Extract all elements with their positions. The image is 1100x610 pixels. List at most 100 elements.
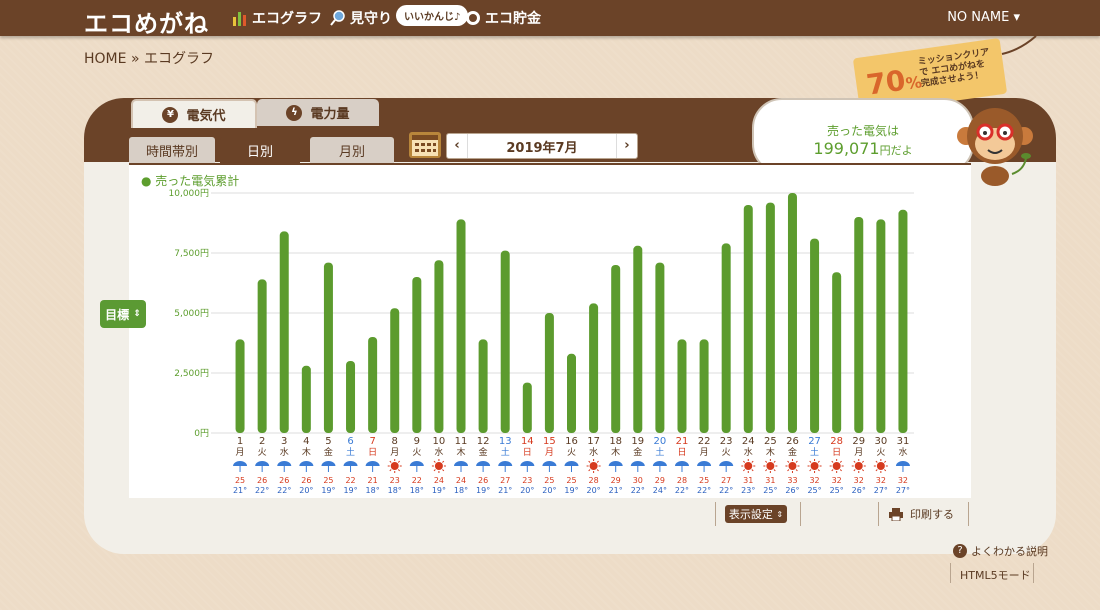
weekday-label: 土	[346, 446, 355, 458]
tab-electric-power-label: 電力量	[310, 107, 350, 122]
weekday-label: 金	[788, 446, 797, 458]
high-temp-label: 22	[345, 476, 355, 485]
chart-bar	[898, 209, 908, 433]
updown-icon: ⇕	[133, 309, 141, 319]
html5-mode-link[interactable]: HTML5モード	[960, 567, 1031, 583]
x-tick-label: 3	[281, 436, 287, 447]
chart-bar	[699, 339, 709, 433]
nav-eco-graph[interactable]: エコグラフ	[232, 8, 322, 28]
chart-bar	[434, 260, 444, 433]
sun-icon	[854, 462, 863, 470]
app-logo[interactable]: エコめがね	[84, 4, 209, 39]
chart-bar	[279, 231, 289, 433]
nav-eco-saving-label: エコ貯金	[485, 11, 541, 27]
chart-bar	[301, 365, 311, 433]
divider	[1033, 563, 1034, 583]
umbrella-icon	[498, 461, 513, 466]
breadcrumb-home[interactable]: HOME	[84, 51, 126, 67]
x-tick-label: 29	[852, 436, 865, 447]
next-month-button[interactable]: ›	[615, 134, 637, 158]
sold-amount: 199,071	[813, 139, 880, 158]
x-tick-label: 31	[897, 436, 910, 447]
month-label: 2019年7月	[506, 140, 578, 156]
high-temp-label: 26	[478, 476, 488, 485]
sun-ray	[839, 469, 842, 472]
chart-bar	[478, 339, 488, 433]
weekday-label: 木	[457, 446, 466, 458]
high-temp-label: 30	[633, 476, 643, 485]
divider	[968, 502, 969, 526]
low-temp-label: 18°	[454, 486, 468, 495]
sun-ray	[831, 460, 834, 463]
sun-ray	[751, 469, 754, 472]
bar-chart-icon	[233, 12, 246, 26]
chart-bar	[456, 219, 466, 433]
high-temp-label: 32	[854, 476, 864, 485]
tag-string-icon	[1001, 36, 1037, 55]
y-tick-label: 7,500円	[174, 248, 209, 259]
high-temp-label: 25	[544, 476, 554, 485]
tab-electric-power[interactable]: ϟ 電力量	[257, 99, 379, 126]
sun-ray	[742, 469, 746, 472]
sun-ray	[442, 460, 445, 463]
user-menu[interactable]: NO NAME ▾	[947, 10, 1020, 25]
sun-ray	[397, 460, 401, 463]
x-tick-label: 17	[587, 436, 600, 447]
sun-ray	[433, 469, 436, 472]
low-temp-label: 22°	[719, 486, 733, 495]
low-temp-label: 20°	[299, 486, 313, 495]
x-tick-label: 5	[325, 436, 331, 447]
umbrella-icon	[895, 461, 910, 466]
x-tick-label: 21	[676, 436, 689, 447]
umbrella-icon	[299, 461, 314, 466]
sun-icon	[434, 462, 443, 470]
weekday-label: 金	[479, 446, 488, 458]
x-tick-label: 10	[433, 436, 446, 447]
print-button[interactable]: 印刷する	[888, 505, 954, 523]
weekday-label: 水	[434, 446, 443, 458]
print-label: 印刷する	[910, 508, 954, 521]
printer-icon	[889, 508, 903, 521]
sun-icon	[832, 462, 841, 470]
low-temp-label: 23°	[741, 486, 755, 495]
breadcrumb: HOME » エコグラフ	[84, 48, 214, 68]
high-temp-label: 27	[500, 476, 510, 485]
tab-monthly[interactable]: 月別	[310, 137, 394, 163]
x-tick-label: 24	[742, 436, 755, 447]
tab-daily[interactable]: 日別	[220, 137, 300, 163]
nav-eco-saving[interactable]: エコ貯金	[465, 8, 541, 28]
mission-percent-value: 70	[864, 63, 908, 102]
prev-month-button[interactable]: ‹	[447, 134, 468, 158]
x-tick-label: 14	[521, 436, 534, 447]
x-tick-label: 16	[565, 436, 578, 447]
goal-selector[interactable]: 目標 ⇕	[100, 300, 146, 328]
help-link[interactable]: ? よくわかる説明	[953, 543, 1048, 559]
sun-ray	[389, 469, 392, 472]
tab-electric-cost[interactable]: ¥ 電気代	[131, 99, 257, 128]
chart-bar	[500, 250, 510, 433]
calendar-icon[interactable]	[409, 132, 441, 158]
low-temp-label: 22°	[277, 486, 291, 495]
weekday-label: 火	[567, 447, 576, 458]
low-temp-label: 26°	[852, 486, 866, 495]
chart-bar	[589, 303, 599, 433]
weekday-label: 金	[633, 446, 642, 458]
low-temp-label: 21°	[609, 486, 623, 495]
umbrella-icon	[520, 461, 535, 466]
y-tick-label: 0円	[194, 428, 209, 439]
sun-ray	[817, 469, 820, 472]
umbrella-icon	[674, 461, 689, 466]
umbrella-icon	[343, 461, 358, 466]
sun-icon	[876, 462, 885, 470]
low-temp-label: 22°	[697, 486, 711, 495]
low-temp-label: 26°	[785, 486, 799, 495]
display-settings-button[interactable]: 表示設定 ⇕	[725, 505, 787, 523]
tab-hourly[interactable]: 時間帯別	[129, 137, 215, 163]
high-temp-label: 21	[368, 476, 378, 485]
x-tick-label: 19	[631, 436, 644, 447]
umbrella-icon	[476, 461, 491, 466]
sun-ray	[765, 469, 768, 472]
nav-watch[interactable]: 見守り	[330, 8, 392, 28]
sun-ray	[751, 460, 754, 463]
low-temp-label: 20°	[587, 486, 601, 495]
